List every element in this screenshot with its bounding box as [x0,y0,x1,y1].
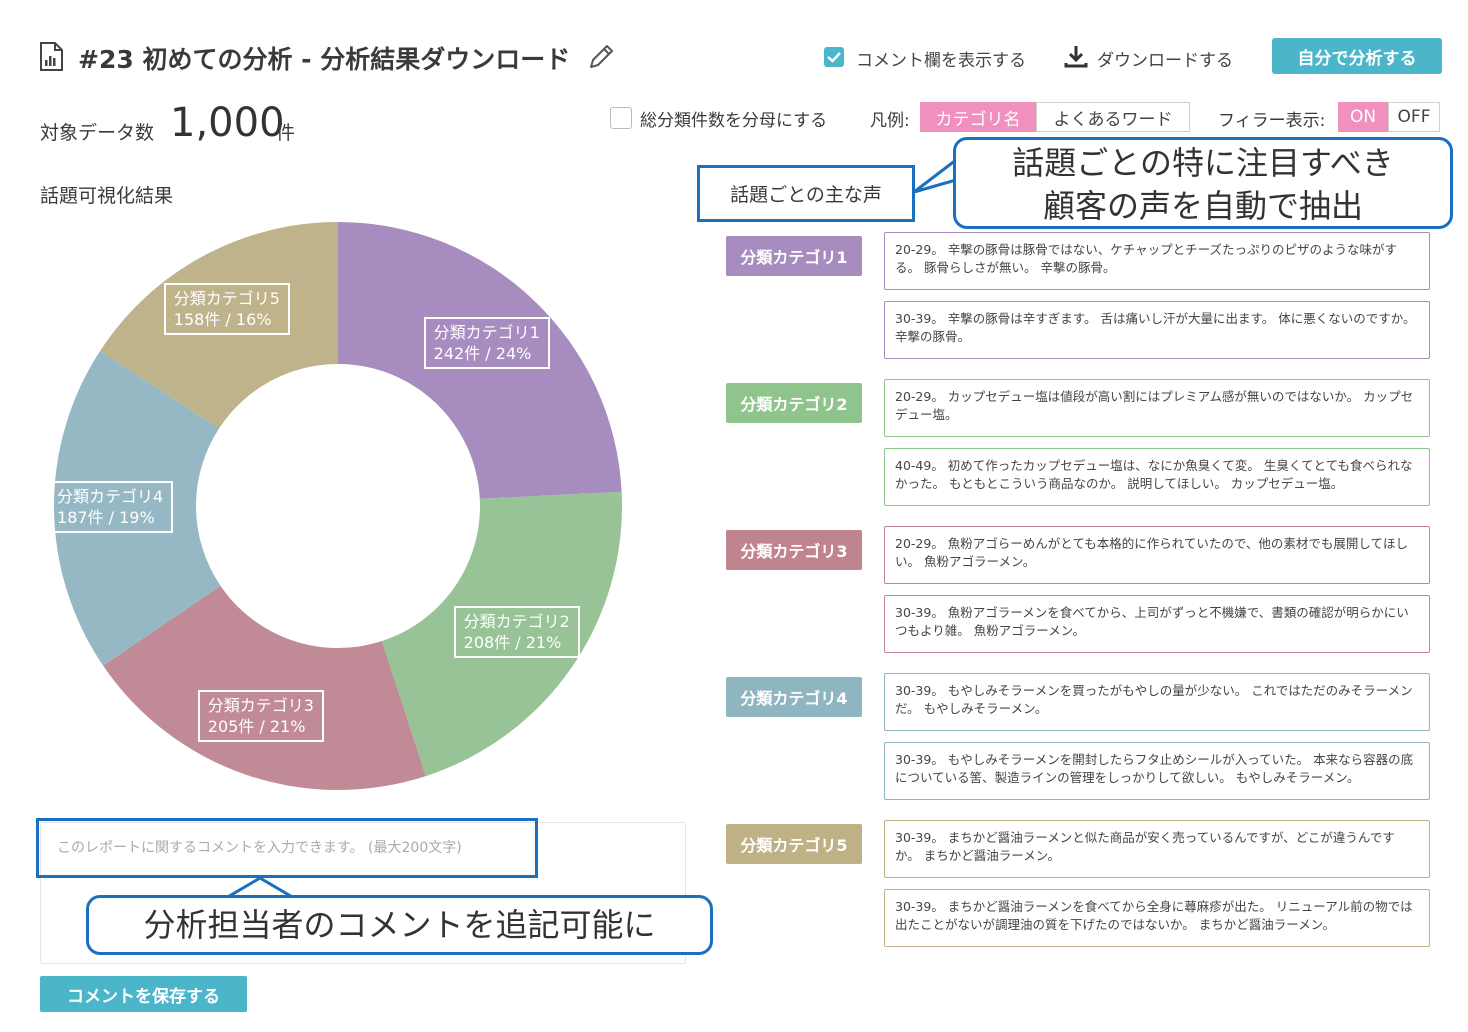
topic-visualization-title: 話題可視化結果 [40,185,174,207]
slice-label-name: 分類カテゴリ5 [173,288,280,308]
category-tag: 分類カテゴリ5 [726,824,862,864]
voice-text: 30-39。 辛撃の豚骨は辛すぎます。 舌は痛いし汗が大量に出ます。 体に悪くな… [895,311,1416,344]
show-comment-label[interactable]: コメント欄を表示する [856,46,1026,71]
voice-bubble-tail [885,906,895,929]
callout-auto-extract: 話題ごとの特に注目すべき 顧客の声を自動で抽出 [953,137,1453,229]
show-comment-checkbox[interactable] [824,47,844,67]
voice-bubble-tail [885,396,895,419]
category-tag: 分類カテゴリ1 [726,236,862,276]
voice-bubble-tail [885,690,895,713]
filler-on-toggle[interactable]: ON [1338,102,1388,132]
target-data-count-label: 対象データ数 [40,122,155,144]
denominator-checkbox[interactable] [610,107,632,129]
voice-item: 30-39。 まちかど醤油ラーメンを食べてから全身に蕁麻疹が出た。 リニューアル… [884,889,1430,947]
slice-label-name: 分類カテゴリ1 [433,323,540,343]
voice-text: 20-29。 辛撃の豚骨は豚骨ではない、ケチャップとチーズたっぷりのピザのような… [895,242,1398,275]
slice-label: 分類カテゴリ4 187件 / 19% [47,481,174,534]
voice-text: 30-39。 魚粉アゴラーメンを食べてから、上司がずっと不機嫌で、書類の確認が明… [895,605,1409,638]
edit-pencil-icon[interactable] [586,42,616,72]
filler-label: フィラー表示: [1218,111,1326,131]
comment-input[interactable] [36,818,538,878]
voice-text: 30-39。 もやしみそラーメンを開封したらフタ止めシールが入っていた。 本来な… [895,752,1414,785]
voice-bubble-tail [885,249,895,272]
voice-item: 20-29。 魚粉アゴらーめんがとても本格的に作られていたので、他の素材でも展開… [884,526,1430,584]
download-icon[interactable] [1064,44,1088,68]
voice-item: 30-39。 まちかど醤油ラーメンと似た商品が安く売っているんですが、どこが違う… [884,820,1430,878]
slice-label: 分類カテゴリ5 158件 / 16% [163,282,290,335]
slice-label-name: 分類カテゴリ2 [463,611,570,631]
slice-label: 分類カテゴリ2 208件 / 21% [453,605,580,658]
voice-item: 20-29。 カップセデュー塩は値段が高い割にはプレミアム感が無いのではないか。… [884,379,1430,437]
voice-text: 20-29。 魚粉アゴらーめんがとても本格的に作られていたので、他の素材でも展開… [895,536,1409,569]
voice-bubble-tail [885,465,895,488]
callout-comment-note: 分析担当者のコメントを追記可能に [86,895,713,955]
voice-bubble-tail [885,543,895,566]
voice-bubble-tail [885,318,895,341]
target-data-count-unit: 件 [276,122,296,144]
voice-text: 30-39。 まちかど醤油ラーメンと似た商品が安く売っているんですが、どこが違う… [895,830,1395,863]
slice-label-detail: 208件 / 21% [463,632,562,652]
slice-label-detail: 187件 / 19% [57,508,155,528]
voice-bubble-tail [885,837,895,860]
self-analyze-button[interactable]: 自分で分析する [1272,38,1442,74]
category-tag: 分類カテゴリ2 [726,383,862,423]
voice-text: 30-39。 もやしみそラーメンを買ったがもやしの量が少ない。 これではただのみ… [895,683,1413,716]
filler-off-toggle[interactable]: OFF [1388,102,1440,132]
legend-label: 凡例: [870,111,910,131]
voice-bubble-tail [885,612,895,635]
slice-label-detail: 242件 / 24% [433,344,532,364]
voice-text: 40-49。 初めて作ったカップセデュー塩は、なにか魚臭くて変。 生臭くてとても… [895,458,1413,491]
main-voices-title: 話題ごとの主な声 [697,165,915,222]
slice-label-detail: 158件 / 16% [173,309,272,329]
slice-label: 分類カテゴリ1 242件 / 24% [423,317,550,370]
callout-top-line-1: 話題ごとの特に注目すべき [1012,144,1394,182]
voice-item: 30-39。 辛撃の豚骨は辛すぎます。 舌は痛いし汗が大量に出ます。 体に悪くな… [884,301,1430,359]
voice-item: 20-29。 辛撃の豚骨は豚骨ではない、ケチャップとチーズたっぷりのピザのような… [884,232,1430,290]
download-link[interactable]: ダウンロードする [1097,46,1233,71]
category-tag: 分類カテゴリ3 [726,530,862,570]
category-tag: 分類カテゴリ4 [726,677,862,717]
target-data-count-value: 1,000 [170,100,285,146]
page-title: #23 初めての分析 - 分析結果ダウンロード [78,45,571,74]
voice-item: 30-39。 もやしみそラーメンを買ったがもやしの量が少ない。 これではただのみ… [884,673,1430,731]
report-icon [38,42,64,72]
voice-bubble-tail [885,759,895,782]
save-comment-button[interactable]: コメントを保存する [40,976,247,1012]
legend-option-category-name[interactable]: カテゴリ名 [920,102,1036,132]
callout-top-line-2: 顧客の声を自動で抽出 [1042,187,1363,225]
voice-item: 30-39。 魚粉アゴラーメンを食べてから、上司がずっと不機嫌で、書類の確認が明… [884,595,1430,653]
voice-item: 30-39。 もやしみそラーメンを開封したらフタ止めシールが入っていた。 本来な… [884,742,1430,800]
voice-text: 30-39。 まちかど醤油ラーメンを食べてから全身に蕁麻疹が出た。 リニューアル… [895,899,1413,932]
voice-text: 20-29。 カップセデュー塩は値段が高い割にはプレミアム感が無いのではないか。… [895,389,1414,422]
slice-label-detail: 205件 / 21% [207,716,306,736]
topic-donut-chart: 分類カテゴリ1 242件 / 24% 分類カテゴリ2 208件 / 21% 分類カテゴリ… [47,218,626,794]
slice-label-name: 分類カテゴリ3 [207,695,314,715]
legend-option-common-words[interactable]: よくあるワード [1036,102,1190,132]
denominator-label[interactable]: 総分類件数を分母にする [640,106,827,131]
slice-label-name: 分類カテゴリ4 [57,487,164,507]
voice-item: 40-49。 初めて作ったカップセデュー塩は、なにか魚臭くて変。 生臭くてとても… [884,448,1430,506]
slice-label: 分類カテゴリ3 205件 / 21% [197,689,324,742]
